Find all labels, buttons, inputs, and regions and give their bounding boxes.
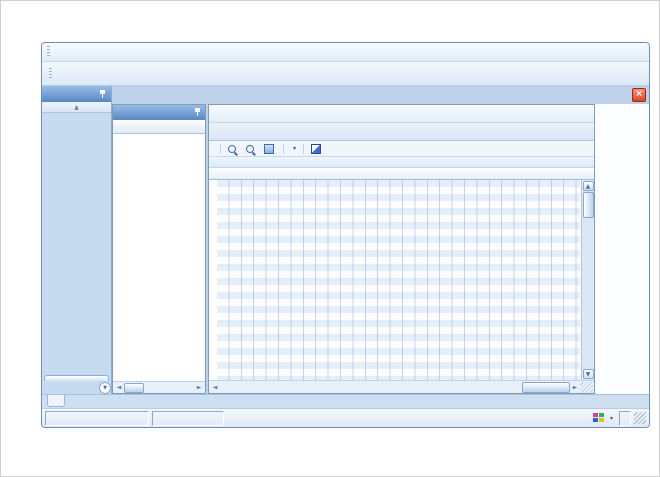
sidebar-title-bar <box>42 86 111 102</box>
magnifier-icon <box>228 145 236 153</box>
empty-workspace <box>595 104 649 394</box>
fit-button[interactable] <box>261 144 279 154</box>
tab-message-management[interactable] <box>47 395 65 407</box>
gantt-vscrollbar[interactable]: ▲ ▼ <box>581 180 594 380</box>
gantt-hscrollbar[interactable]: ◄ ► <box>209 380 594 393</box>
resize-grip[interactable] <box>634 412 646 424</box>
toolbar-grip <box>47 46 50 58</box>
toolbar-grip <box>49 68 52 80</box>
sidebar-group-partial[interactable]: ▼ <box>42 375 111 394</box>
session-info <box>619 411 631 426</box>
tree-panel-header <box>113 105 205 120</box>
main-area: ▲ ▼ × <box>42 86 649 394</box>
sidebar-scroll-up-button[interactable]: ▲ <box>42 102 111 113</box>
ui-style-button[interactable]: ▾ <box>590 413 616 423</box>
pin-icon[interactable] <box>98 90 107 99</box>
tree-hscrollbar[interactable]: ◄ ► <box>113 381 205 393</box>
close-icon[interactable]: × <box>632 88 646 102</box>
app-window: ▲ ▼ × <box>41 42 650 428</box>
locate-icon <box>311 144 321 154</box>
scroll-left-icon[interactable]: ◄ <box>114 384 124 391</box>
nav-sidebar: ▲ ▼ <box>42 86 112 394</box>
document-tabstrip: × <box>112 86 649 104</box>
gantt-chart-grid <box>217 180 580 380</box>
style-palette-icon <box>593 413 604 423</box>
chevron-down-icon[interactable]: ▼ <box>99 382 111 394</box>
scroll-down-icon[interactable]: ▼ <box>583 369 594 379</box>
screenshot-canvas: ▲ ▼ × <box>0 0 660 477</box>
chevron-down-icon: ▾ <box>293 145 296 152</box>
magnifier-icon <box>246 145 254 153</box>
zoom-in-button[interactable] <box>225 145 241 153</box>
bottom-tabstrip <box>42 394 649 408</box>
scroll-left-icon[interactable]: ◄ <box>210 384 220 391</box>
content-area: ◄ ► <box>112 104 649 394</box>
zoom-out-button[interactable] <box>243 145 259 153</box>
main-toolbar <box>42 62 649 86</box>
chevron-down-icon: ▾ <box>610 415 613 422</box>
pin-icon[interactable] <box>193 108 202 117</box>
scroll-thumb[interactable] <box>583 192 594 218</box>
scroll-right-icon[interactable]: ► <box>194 384 204 391</box>
view-tabs <box>209 123 594 141</box>
status-ready <box>152 411 224 426</box>
scroll-up-icon[interactable]: ▲ <box>583 181 594 191</box>
timeline-month-row <box>209 157 594 168</box>
scroll-right-icon[interactable]: ► <box>570 384 580 391</box>
resize-corner <box>580 382 593 393</box>
gantt-grid-wrap: ▲ ▼ <box>209 180 594 380</box>
menu-bar <box>42 43 649 62</box>
timescale-button[interactable]: ▾ <box>288 145 299 152</box>
gantt-toolbar: ▾ <box>209 141 594 157</box>
project-folder-panel: ◄ ► <box>112 104 206 394</box>
document-area: × ◄ ► <box>112 86 649 394</box>
scroll-thumb[interactable] <box>124 383 144 393</box>
timeline-days-row <box>209 168 594 180</box>
company-name <box>45 411 149 426</box>
fit-icon <box>264 144 274 154</box>
status-bar: ▾ <box>42 408 649 427</box>
gantt-panel: ▾ ▲ <box>208 104 595 394</box>
scroll-thumb[interactable] <box>522 382 570 393</box>
locate-button[interactable] <box>308 144 326 154</box>
tree-column-header[interactable] <box>113 120 205 134</box>
filter-toolbar <box>209 105 594 123</box>
